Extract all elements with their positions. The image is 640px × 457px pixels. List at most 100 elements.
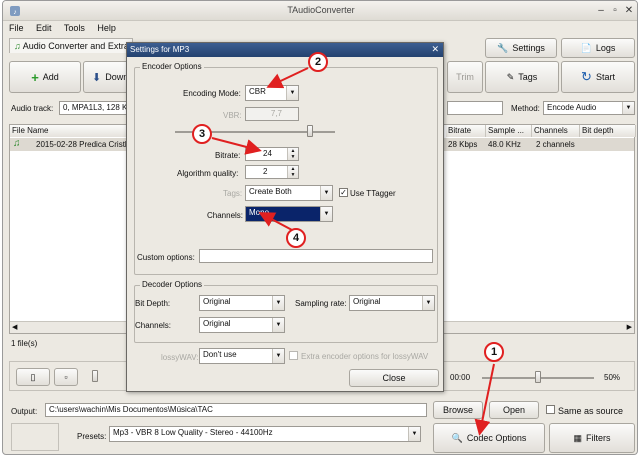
trim-label: Trim <box>456 72 474 82</box>
codec-options-label: Codec Options <box>466 433 527 443</box>
logs-icon: 📄 <box>580 42 592 53</box>
down-button[interactable]: ⬇ Down <box>83 61 129 93</box>
filters-button[interactable]: ▦ Filters <box>549 423 635 453</box>
open-label: Open <box>502 405 526 415</box>
row-file-name: 2015-02-28 Predica Cristh <box>36 140 130 149</box>
decoder-options-title: Decoder Options <box>140 280 205 289</box>
audio-track-select[interactable]: 0, MPA1L3, 128 Kb <box>59 101 131 115</box>
column-header-sample[interactable]: Sample ... <box>486 125 532 137</box>
refresh-icon: ↻ <box>581 69 592 84</box>
channels-select[interactable]: Mono ▼ <box>245 206 333 222</box>
sampling-rate-select[interactable]: Original ▼ <box>349 295 435 311</box>
method-select[interactable]: Encode Audio ▼ <box>543 101 635 115</box>
row-channels: 2 channels <box>536 140 575 149</box>
tags-value: Create Both <box>249 187 292 196</box>
vbr-label: VBR: <box>223 111 242 120</box>
close-icon[interactable]: ✕ <box>623 5 635 17</box>
bit-depth-value: Original <box>203 297 231 306</box>
chevron-down-icon: ▼ <box>320 207 332 221</box>
custom-options-field[interactable] <box>199 249 433 263</box>
method-value: Encode Audio <box>547 103 597 112</box>
decoder-channels-value: Original <box>203 319 231 328</box>
algorithm-quality-field[interactable]: 2 ▲ ▼ <box>245 165 299 179</box>
menu-tools[interactable]: Tools <box>64 23 85 33</box>
lossywav-value: Don't use <box>203 350 237 359</box>
trim-button[interactable]: Trim <box>447 61 483 93</box>
dialog-title-bar: Settings for MP3 ✕ <box>127 43 443 57</box>
sampling-rate-label: Sampling rate: <box>295 299 347 308</box>
minimize-icon[interactable]: – <box>595 5 607 17</box>
scroll-left-icon[interactable]: ◀ <box>12 323 17 331</box>
close-button[interactable]: Close <box>349 369 439 387</box>
bitrate-slider-thumb[interactable] <box>307 125 313 137</box>
pause-button[interactable]: ▯ <box>16 368 50 386</box>
scroll-right-icon[interactable]: ▶ <box>627 323 632 331</box>
decoder-options-group: Decoder Options <box>134 280 438 343</box>
encoding-mode-select[interactable]: CBR ▼ <box>245 85 299 101</box>
algorithm-quality-spinner[interactable]: ▲ ▼ <box>287 166 298 178</box>
open-button[interactable]: Open <box>489 401 539 419</box>
tags-label: Tags: <box>223 189 243 198</box>
menu-edit[interactable]: Edit <box>36 23 52 33</box>
tags-select[interactable]: Create Both ▼ <box>245 185 333 201</box>
browse-label: Browse <box>442 405 473 415</box>
bitrate-field[interactable]: 24 ▲ ▼ <box>245 147 299 161</box>
use-ttagger-checkbox[interactable]: ✓ <box>339 188 348 197</box>
audio-track-label: Audio track: <box>11 104 54 113</box>
chevron-down-icon: ▼ <box>422 296 434 310</box>
codec-options-button[interactable]: 🔍 Codec Options <box>433 423 545 453</box>
extra-encoder-checkbox[interactable] <box>289 351 298 360</box>
start-label: Start <box>595 72 615 82</box>
tags-label: Tags <box>518 72 538 82</box>
chevron-down-icon: ▼ <box>286 86 298 100</box>
logs-button[interactable]: 📄 Logs <box>561 38 635 58</box>
settings-icon: 🔧 <box>497 42 509 53</box>
algorithm-quality-label: Algorithm quality: <box>177 169 239 178</box>
music-note-icon: ♫ <box>13 138 21 149</box>
output-path-field[interactable]: C:\users\wachin\Mis Documentos\Música\TA… <box>45 403 427 417</box>
start-button[interactable]: ↻ Start <box>561 61 635 93</box>
stop-button[interactable]: ▫ <box>54 368 78 386</box>
column-header-file-name[interactable]: File Name <box>10 125 130 137</box>
seek-slider-thumb[interactable] <box>92 370 98 382</box>
bit-depth-label: Bit Depth: <box>135 299 171 308</box>
annotation-marker-2: 2 <box>308 52 328 72</box>
title-bar: ♪ TAudioConverter – ▫ ✕ <box>3 1 637 21</box>
column-header-bit-depth[interactable]: Bit depth <box>580 125 636 137</box>
tags-button[interactable]: ✎ Tags <box>485 61 559 93</box>
file-count: 1 file(s) <box>11 339 38 348</box>
bit-depth-select[interactable]: Original ▼ <box>199 295 285 311</box>
down-label: Down <box>105 72 129 82</box>
browse-button[interactable]: Browse <box>433 401 483 419</box>
tab-audio-converter[interactable]: ♫ Audio Converter and Extractor <box>9 38 144 53</box>
same-as-source-checkbox[interactable] <box>546 405 555 414</box>
filters-icon: ▦ <box>573 432 582 443</box>
volume-slider-thumb[interactable] <box>535 371 541 383</box>
add-button[interactable]: + Add <box>9 61 81 93</box>
decoder-channels-select[interactable]: Original ▼ <box>199 317 285 333</box>
menu-bar: File Edit Tools Help <box>9 23 126 33</box>
plus-icon: + <box>31 69 39 85</box>
dialog-close-icon[interactable]: ✕ <box>431 44 439 55</box>
presets-label: Presets: <box>77 432 107 441</box>
logs-label: Logs <box>595 43 616 53</box>
chevron-down-icon: ▼ <box>320 186 332 200</box>
menu-file[interactable]: File <box>9 23 24 33</box>
column-header-channels[interactable]: Channels <box>532 125 580 137</box>
settings-button[interactable]: 🔧 Settings <box>485 38 557 58</box>
custom-options-label: Custom options: <box>137 253 195 262</box>
presets-select[interactable]: Mp3 - VBR 8 Low Quality - Stereo - 44100… <box>109 426 421 442</box>
arrow-down-icon: ⬇ <box>92 71 102 84</box>
maximize-icon[interactable]: ▫ <box>609 5 621 17</box>
chevron-down-icon: ▼ <box>272 296 284 310</box>
use-ttagger-label: Use TTagger <box>350 189 396 198</box>
annotation-marker-4: 4 <box>286 228 306 248</box>
stop-icon: ▫ <box>64 372 68 382</box>
vbr-field[interactable]: 7,7 <box>245 107 299 121</box>
lossywav-select[interactable]: Don't use ▼ <box>199 348 285 364</box>
preset-image-box <box>11 423 59 451</box>
audio-track-select-extension[interactable] <box>447 101 503 115</box>
column-header-bitrate[interactable]: Bitrate <box>446 125 486 137</box>
bitrate-spinner[interactable]: ▲ ▼ <box>287 148 298 160</box>
menu-help[interactable]: Help <box>97 23 116 33</box>
